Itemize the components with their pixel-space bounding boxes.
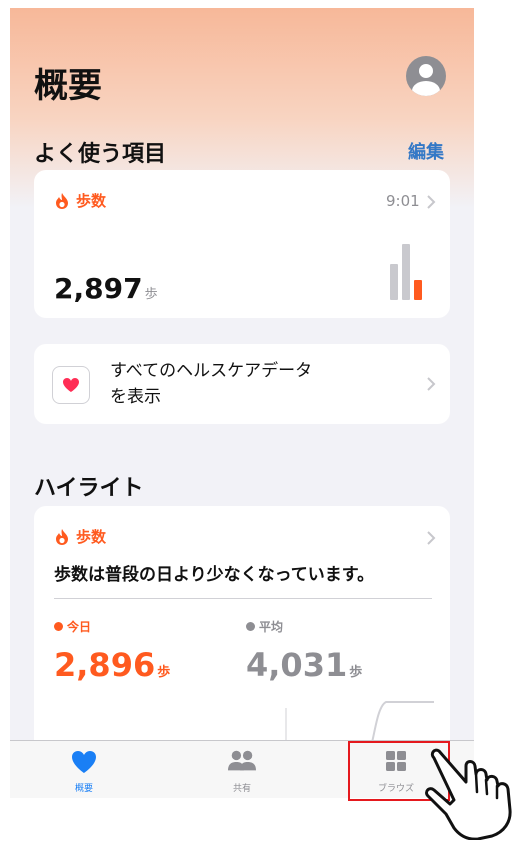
profile-avatar[interactable] — [406, 56, 446, 96]
health-data-icon — [52, 366, 90, 404]
card-divider — [54, 598, 432, 599]
heart-icon — [63, 378, 79, 392]
steps-mini-chart — [390, 244, 434, 300]
today-steps-unit: 歩 — [157, 665, 171, 680]
average-steps-value: 4,031 歩 — [246, 646, 362, 684]
today-legend: 今日 — [54, 618, 91, 635]
steps-card-label-text: 歩数 — [76, 192, 107, 210]
highlights-section-title: ハイライト — [34, 476, 144, 501]
average-steps-unit: 歩 — [349, 665, 363, 680]
tab-summary-label: 概要 — [74, 784, 93, 794]
highlight-card-label-text: 歩数 — [76, 528, 107, 546]
chevron-right-icon — [426, 530, 436, 546]
highlight-message: 歩数は普段の日より少なくなっています。 — [54, 565, 375, 585]
steps-card-label: 歩数 — [54, 190, 106, 211]
all-health-data-line1: すべてのヘルスケアデータ — [110, 361, 313, 381]
steps-card-time: 9:01 — [386, 192, 420, 210]
edit-favorites-link[interactable]: 編集 — [408, 138, 444, 164]
all-health-data-text: すべてのヘルスケアデータ を表示 — [110, 358, 390, 410]
chevron-right-icon — [426, 194, 436, 210]
today-steps-number: 2,896 — [54, 646, 156, 684]
mini-chart-bar-today — [414, 280, 422, 300]
heart-icon — [72, 751, 96, 773]
today-dot — [54, 622, 63, 631]
pointing-hand-icon — [425, 748, 512, 840]
favorites-section-title: よく使う項目 — [34, 142, 167, 167]
people-icon — [228, 750, 256, 771]
average-dot — [246, 622, 255, 631]
steps-value-unit: 歩 — [144, 287, 158, 302]
average-legend: 平均 — [246, 618, 283, 635]
avatar-head-shape — [419, 64, 433, 78]
steps-value: 2,897 歩 — [54, 272, 158, 305]
today-steps-value: 2,896 歩 — [54, 646, 170, 684]
mini-chart-bar — [390, 264, 398, 300]
all-health-data-card[interactable]: すべてのヘルスケアデータ を表示 — [34, 344, 450, 424]
tab-sharing[interactable]: 共有 — [182, 741, 302, 798]
mini-chart-bar — [402, 244, 410, 300]
today-legend-label: 今日 — [67, 620, 92, 634]
flame-icon — [56, 192, 68, 209]
avatar-body-shape — [412, 81, 440, 96]
all-health-data-line2: を表示 — [110, 387, 161, 407]
steps-value-number: 2,897 — [54, 272, 143, 305]
chevron-right-icon — [426, 376, 436, 392]
health-app-screen: 概要 よく使う項目 編集 歩数 9:01 2,897 歩 すべてのヘルスケアデー… — [10, 8, 474, 798]
steps-highlight-card[interactable]: 歩数 歩数は普段の日より少なくなっています。 今日 平均 2,896 歩 4,03… — [34, 506, 450, 766]
page-title: 概要 — [34, 66, 102, 106]
flame-icon — [56, 528, 68, 545]
average-legend-label: 平均 — [259, 620, 284, 634]
steps-favorite-card[interactable]: 歩数 9:01 2,897 歩 — [34, 170, 450, 318]
tab-summary[interactable]: 概要 — [24, 741, 144, 798]
tab-sharing-label: 共有 — [232, 784, 251, 794]
highlight-card-label: 歩数 — [54, 526, 106, 547]
average-steps-number: 4,031 — [246, 646, 348, 684]
